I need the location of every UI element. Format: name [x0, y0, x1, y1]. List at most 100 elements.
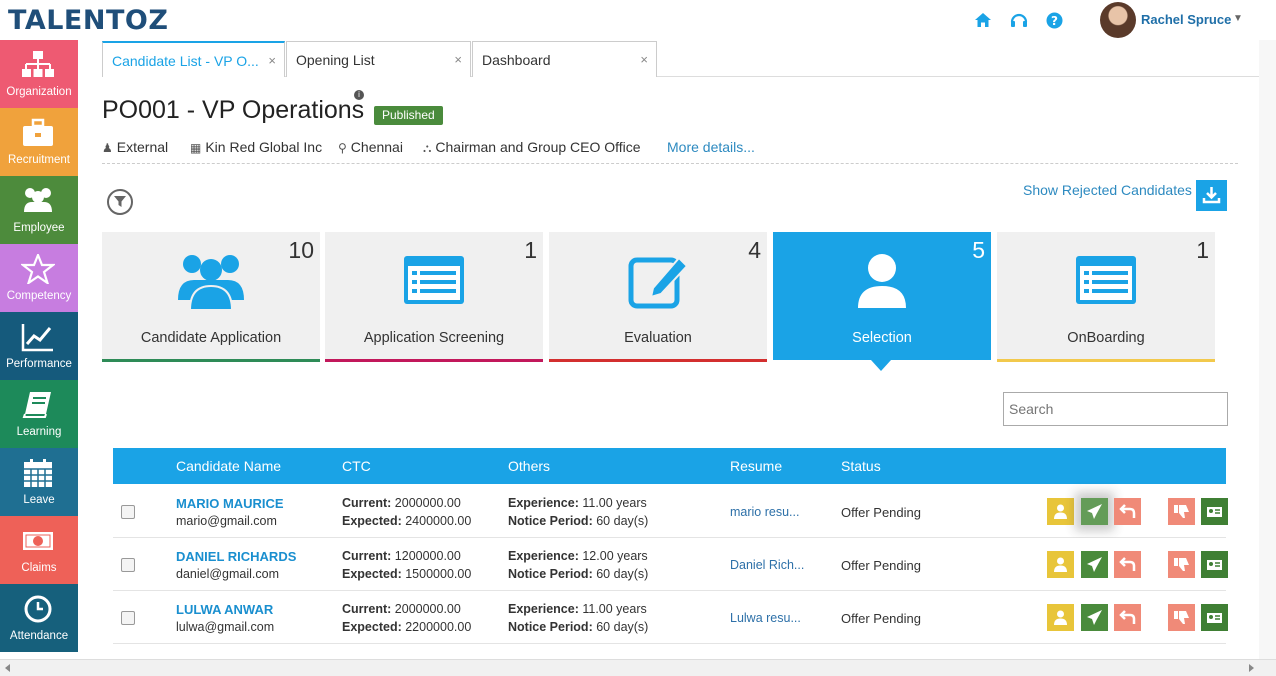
tab-opening-list[interactable]: Opening List × [286, 41, 471, 77]
sidebar-item-label: Competency [6, 290, 72, 302]
info-icon[interactable]: i [354, 90, 364, 100]
chevron-left-icon[interactable] [3, 663, 13, 673]
vertical-scrollbar[interactable] [1259, 40, 1276, 659]
experience-label: Experience: [508, 496, 579, 510]
candidate-name-link[interactable]: MARIO MAURICE [176, 496, 284, 511]
download-button[interactable] [1196, 180, 1227, 211]
revert-button[interactable] [1114, 498, 1141, 525]
stage-card-candidate-application[interactable]: 10 Candidate Application [102, 232, 320, 362]
revert-button[interactable] [1114, 604, 1141, 631]
sidebar-item-leave[interactable]: Leave [0, 448, 78, 516]
stage-label: OnBoarding [1067, 330, 1145, 346]
tab-candidate-list[interactable]: Candidate List - VP O... × [102, 41, 285, 77]
stage-card-evaluation[interactable]: 4 Evaluation [549, 232, 767, 362]
candidate-email: daniel@gmail.com [176, 567, 280, 581]
notice-label: Notice Period: [508, 514, 593, 528]
profile-button[interactable] [1047, 498, 1074, 525]
resume-link[interactable]: mario resu... [730, 505, 799, 519]
hire-button[interactable] [1201, 604, 1228, 631]
user-icon [858, 254, 906, 308]
id-card-icon [1207, 613, 1222, 623]
send-offer-button[interactable] [1081, 604, 1108, 631]
sidebar-item-organization[interactable]: Organization [0, 40, 78, 108]
tab-dashboard[interactable]: Dashboard × [472, 41, 657, 77]
expected-label: Expected: [342, 620, 402, 634]
close-icon[interactable]: × [268, 53, 276, 68]
profile-button[interactable] [1047, 604, 1074, 631]
show-rejected-link[interactable]: Show Rejected Candidates [1023, 182, 1192, 198]
notice-value: 60 day(s) [596, 567, 649, 581]
ctc-expected: Expected: 2200000.00 [342, 620, 471, 634]
tab-label: Candidate List - VP O... [112, 53, 259, 69]
org-chart-icon [22, 51, 54, 77]
close-icon[interactable]: × [454, 52, 462, 67]
chevron-right-icon[interactable] [1246, 663, 1256, 673]
sidebar-item-label: Learning [16, 426, 62, 438]
chevron-down-icon[interactable]: ▼ [1233, 13, 1243, 24]
candidate-name-link[interactable]: LULWA ANWAR [176, 602, 273, 617]
hire-button[interactable] [1201, 498, 1228, 525]
sidebar-item-competency[interactable]: Competency [0, 244, 78, 312]
stage-underline [102, 359, 320, 362]
reject-button[interactable] [1168, 604, 1195, 631]
reject-button[interactable] [1168, 498, 1195, 525]
sidebar-item-performance[interactable]: Performance [0, 312, 78, 380]
help-icon[interactable]: ? [1045, 12, 1063, 30]
id-card-icon [1207, 507, 1222, 517]
row-checkbox[interactable] [121, 558, 135, 572]
opening-location-value: Chennai [350, 139, 403, 155]
column-header-status[interactable]: Status [841, 458, 881, 474]
send-offer-button[interactable] [1081, 551, 1108, 578]
users-icon [178, 255, 244, 311]
ctc-current-value: 2000000.00 [394, 602, 461, 616]
search-input[interactable] [1003, 392, 1228, 426]
table-row: MARIO MAURICE mario@gmail.com Current: 2… [113, 485, 1228, 538]
stage-card-selection[interactable]: 5 Selection [773, 232, 991, 360]
profile-button[interactable] [1047, 551, 1074, 578]
tab-label: Dashboard [482, 52, 551, 68]
sidebar-item-recruitment[interactable]: Recruitment [0, 108, 78, 176]
home-icon[interactable] [974, 12, 992, 30]
more-details-link[interactable]: More details... [667, 139, 755, 155]
horizontal-scrollbar[interactable] [0, 659, 1276, 676]
row-checkbox[interactable] [121, 505, 135, 519]
opening-department: ⛬ Chairman and Group CEO Office [423, 139, 641, 156]
sidebar-item-claims[interactable]: Claims [0, 516, 78, 584]
sidebar-item-employee[interactable]: Employee [0, 176, 78, 244]
resume-link[interactable]: Lulwa resu... [730, 611, 801, 625]
ctc-current: Current: 1200000.00 [342, 549, 461, 563]
active-stage-pointer [871, 360, 891, 371]
user-icon [1054, 610, 1067, 625]
hire-button[interactable] [1201, 551, 1228, 578]
row-checkbox[interactable] [121, 611, 135, 625]
filter-button[interactable] [107, 189, 133, 215]
reject-button[interactable] [1168, 551, 1195, 578]
send-offer-button[interactable] [1081, 498, 1108, 525]
column-header-ctc[interactable]: CTC [342, 458, 371, 474]
user-name[interactable]: Rachel Spruce [1141, 12, 1231, 27]
stage-count: 5 [972, 237, 985, 263]
candidate-name-link[interactable]: DANIEL RICHARDS [176, 549, 296, 564]
column-header-resume[interactable]: Resume [730, 458, 782, 474]
sidebar-item-attendance[interactable]: Attendance [0, 584, 78, 652]
stage-card-onboarding[interactable]: 1 OnBoarding [997, 232, 1215, 362]
stage-card-application-screening[interactable]: 1 Application Screening [325, 232, 543, 362]
current-label: Current: [342, 602, 392, 616]
stage-count: 1 [524, 237, 537, 263]
talentoz-logo[interactable]: TALENTOZ [8, 5, 168, 36]
column-header-others[interactable]: Others [508, 458, 550, 474]
svg-text:?: ? [1051, 14, 1058, 28]
sidebar-item-learning[interactable]: Learning [0, 380, 78, 448]
opening-type: ♟ External [102, 139, 168, 155]
headset-icon[interactable] [1010, 12, 1028, 30]
experience-value: 12.00 years [582, 549, 648, 563]
notice-value: 60 day(s) [596, 514, 649, 528]
undo-icon [1119, 557, 1136, 571]
column-header-name[interactable]: Candidate Name [176, 458, 281, 474]
money-icon [23, 532, 53, 550]
user-avatar[interactable] [1100, 2, 1136, 38]
resume-link[interactable]: Daniel Rich... [730, 558, 804, 572]
close-icon[interactable]: × [640, 52, 648, 67]
filter-icon [114, 196, 126, 207]
revert-button[interactable] [1114, 551, 1141, 578]
